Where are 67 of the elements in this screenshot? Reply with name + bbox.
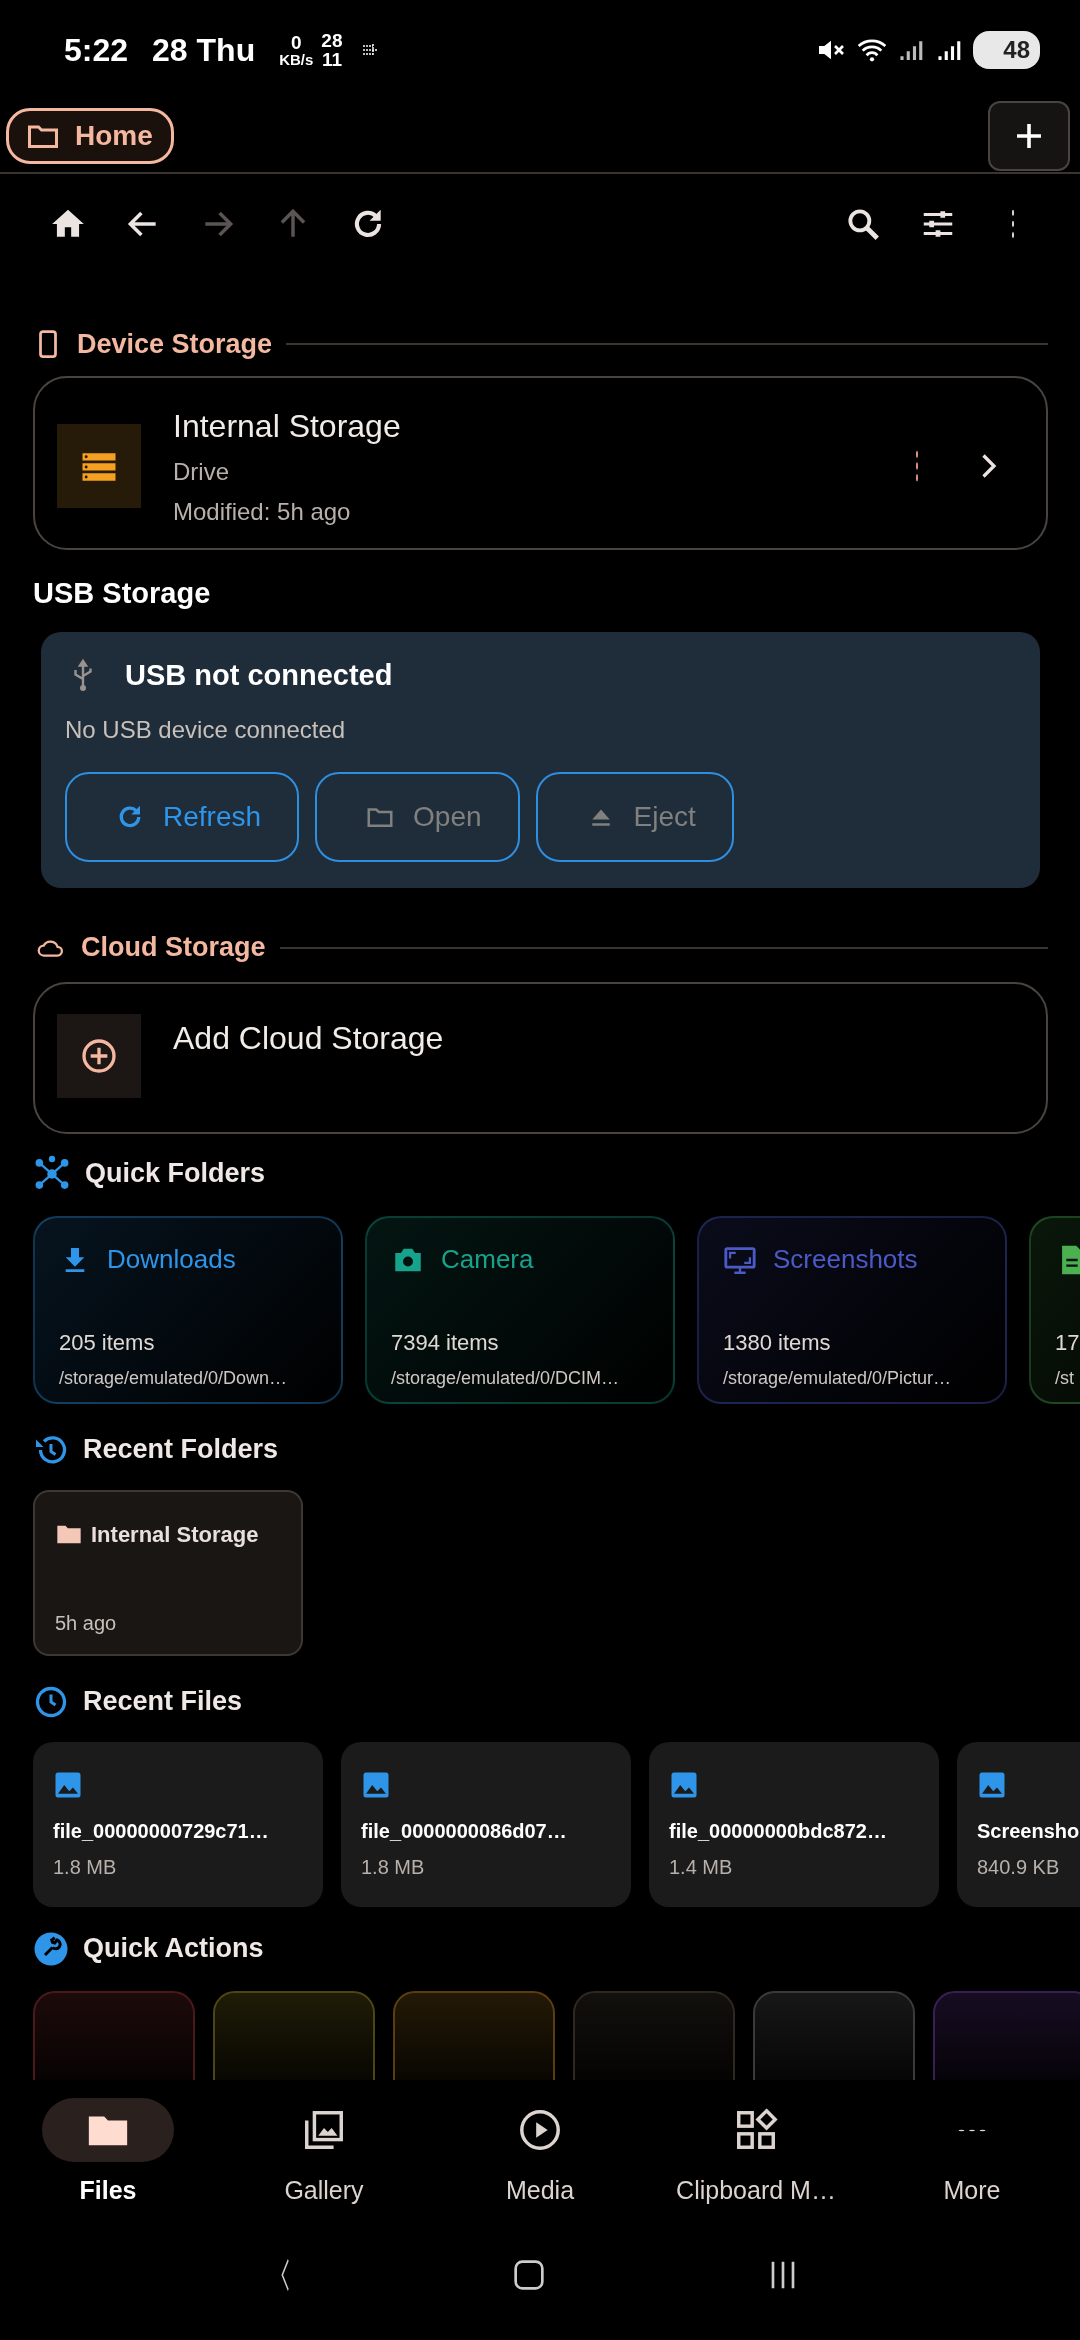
folder-card[interactable]: Screenshots 1380 items /storage/emulated/0/Pictur… xyxy=(697,1215,1007,1404)
network-speed-value: 0 xyxy=(289,33,303,52)
notification-number: 28 xyxy=(321,31,343,50)
section-title: Recent Folders xyxy=(83,1433,279,1467)
folder-name: Camera xyxy=(441,1243,534,1276)
nav-tab[interactable]: Clipboard M… xyxy=(648,2098,864,2210)
add-button[interactable] xyxy=(988,101,1070,171)
folder-path: /storage/emulated/0/DCIM… xyxy=(391,1367,620,1388)
action-tile[interactable] xyxy=(753,1990,915,2080)
folder-path: /storage/emulated/0/Down… xyxy=(59,1367,288,1388)
file-name: file_0000000086d07… xyxy=(361,1819,567,1842)
folder-card[interactable]: Downloads 205 items /storage/emulated/0/Down… xyxy=(33,1215,343,1404)
section-title: USB Storage xyxy=(33,576,212,611)
wrench-icon xyxy=(33,1930,69,1967)
folder-card[interactable]: 17 /st xyxy=(1029,1215,1080,1404)
file-name: file_00000000bdc872… xyxy=(669,1819,887,1842)
action-tile[interactable] xyxy=(213,1990,375,2080)
file-card[interactable]: Screensho 840.9 KB xyxy=(957,1741,1080,1907)
section-title: Quick Actions xyxy=(83,1932,264,1966)
usb-message: No USB device connected xyxy=(65,714,347,745)
recent-folder-card[interactable]: Internal Storage 5h ago xyxy=(33,1489,303,1656)
storage-type: Drive xyxy=(173,457,230,487)
section-title: Recent Files xyxy=(83,1685,243,1719)
network-speed-unit: KB/s xyxy=(279,52,314,67)
folder-path: /st xyxy=(1055,1367,1074,1388)
add-cloud-label: Add Cloud Storage xyxy=(173,1018,444,1058)
action-tile[interactable] xyxy=(33,1990,195,2080)
usb-action-button[interactable]: Refresh xyxy=(65,771,300,862)
status-date: 28 Thu xyxy=(152,31,256,70)
folder-path: /storage/emulated/0/Pictur… xyxy=(723,1367,952,1388)
folder-time: 5h ago xyxy=(55,1610,118,1636)
section-title: Device Storage xyxy=(77,327,273,361)
add-cloud-card[interactable]: Add Cloud Storage xyxy=(33,981,1048,1134)
item-count: 17 xyxy=(1055,1329,1080,1355)
action-tile[interactable] xyxy=(393,1990,555,2080)
file-size: 840.9 KB xyxy=(977,1855,1060,1878)
modified-time: Modified: 5h ago xyxy=(173,497,352,527)
battery-level: 48 xyxy=(973,31,1040,69)
section-title: Quick Folders xyxy=(85,1157,266,1191)
nav-tab[interactable]: More xyxy=(864,2098,1080,2210)
section-title: Cloud Storage xyxy=(81,931,266,965)
file-name: Screensho xyxy=(977,1819,1080,1842)
item-count: 205 items xyxy=(59,1329,155,1355)
folder-name: Screenshots xyxy=(773,1243,918,1276)
action-tile[interactable] xyxy=(573,1990,735,2080)
folder-name: Downloads xyxy=(107,1243,236,1276)
file-size: 1.8 MB xyxy=(53,1855,117,1878)
storage-name: Internal Storage xyxy=(173,407,402,446)
storage-card[interactable]: Internal Storage Drive Modified: 5h ago xyxy=(33,376,1048,550)
file-size: 1.8 MB xyxy=(361,1855,425,1878)
path-chip[interactable]: Home xyxy=(6,108,174,164)
file-card[interactable]: file_00000000729c71… 1.8 MB xyxy=(33,1741,323,1907)
nav-tab[interactable]: Gallery xyxy=(216,2098,432,2210)
folder-name: Internal Storage xyxy=(91,1520,259,1549)
item-count: 1380 items xyxy=(723,1329,831,1355)
file-card[interactable]: file_00000000bdc872… 1.4 MB xyxy=(649,1741,939,1907)
folder-card[interactable]: Camera 7394 items /storage/emulated/0/DCIM… xyxy=(365,1215,675,1404)
file-card[interactable]: file_0000000086d07… 1.8 MB xyxy=(341,1741,631,1907)
notification-number: 11 xyxy=(321,50,343,69)
item-count: 7394 items xyxy=(391,1329,499,1355)
file-size: 1.4 MB xyxy=(669,1855,733,1878)
nav-tab[interactable]: Files xyxy=(0,2098,216,2210)
status-time: 5:22 xyxy=(64,31,129,70)
nav-tab[interactable]: Media xyxy=(432,2098,648,2210)
file-name: file_00000000729c71… xyxy=(53,1819,269,1842)
play-circle-icon xyxy=(517,2107,563,2153)
usb-status: USB not connected xyxy=(125,657,393,693)
